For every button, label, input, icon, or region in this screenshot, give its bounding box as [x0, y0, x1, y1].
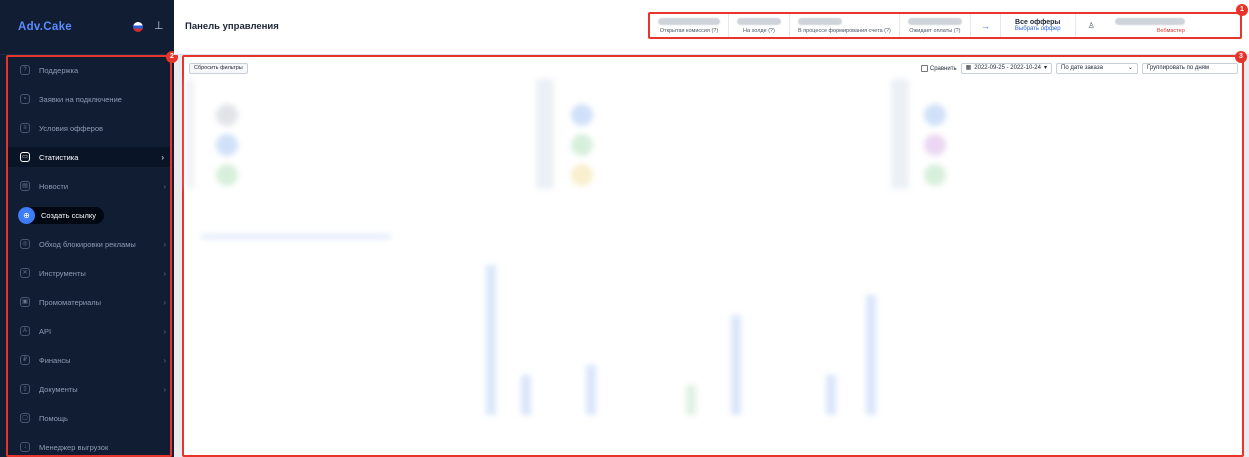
- compare-checkbox[interactable]: Сравнить: [920, 64, 957, 72]
- sidebar-item-offer-terms[interactable]: ≡ Условия офферов: [20, 118, 172, 138]
- logo[interactable]: Adv.Cake: [18, 21, 72, 33]
- users-icon: ∘: [20, 94, 30, 104]
- pin-icon[interactable]: ⊥: [154, 20, 164, 32]
- language-flag-icon[interactable]: [133, 22, 143, 32]
- coin-icon: ₽: [20, 355, 30, 365]
- main-content: Сбросить фильтры Сравнить ▦ 2022-09-25 - …: [182, 55, 1244, 457]
- chevron-down-icon: ▾: [1043, 65, 1047, 71]
- page-title: Панель управления: [185, 21, 279, 32]
- date-range-picker[interactable]: ▦ 2022-09-25 - 2022-10-24 ▾: [960, 63, 1052, 74]
- chevron-right-icon: ›: [163, 384, 166, 394]
- sidebar-item-news[interactable]: ▤ Новости ›: [20, 176, 172, 196]
- annotation-badge-1: 1: [1236, 4, 1248, 16]
- stat-on-hold[interactable]: На холде (?): [729, 14, 790, 37]
- grouping-select[interactable]: Группировать по дням: [1142, 63, 1238, 74]
- logo-bar: Adv.Cake: [0, 0, 174, 55]
- chevron-right-icon: ›: [163, 239, 166, 249]
- blurred-value: [737, 17, 781, 25]
- sidebar: Adv.Cake ⊥ ? Поддержка ∘ Заявки на подключ…: [0, 0, 178, 457]
- stat-invoice-processing[interactable]: В процессе формирования счета (?): [790, 14, 900, 37]
- tools-icon: ✕: [20, 268, 30, 278]
- sidebar-item-api[interactable]: A API ›: [20, 321, 172, 341]
- sidebar-item-help[interactable]: ▢ Помощь: [20, 408, 172, 428]
- annotation-badge-3: 3: [1235, 51, 1247, 63]
- sidebar-item-adblock[interactable]: ◎ Обход блокировки рекламы ›: [20, 234, 172, 254]
- offer-selector[interactable]: Все офферы Выбрать оффер: [1001, 14, 1076, 37]
- chevron-right-icon: ›: [161, 152, 164, 162]
- reset-filters-button[interactable]: Сбросить фильтры: [189, 63, 248, 74]
- balance-summary: Открытая комиссия (?) На холде (?) В про…: [648, 12, 1242, 39]
- checkbox-icon: [920, 64, 928, 72]
- gift-icon: ▣: [20, 297, 30, 307]
- file-icon: ▯: [20, 384, 30, 394]
- chevron-down-icon: ⌄: [1127, 65, 1133, 71]
- date-type-select[interactable]: По дате заказа ⌄: [1056, 63, 1138, 74]
- create-link-button[interactable]: ⊕ Создать ссылку: [18, 207, 104, 224]
- download-icon: ↓: [20, 442, 30, 452]
- chevron-right-icon: ›: [163, 297, 166, 307]
- shield-icon: ◎: [20, 239, 30, 249]
- help-icon: ?: [20, 65, 30, 75]
- chart-icon: ▭: [20, 152, 30, 162]
- blurred-value: [798, 17, 842, 25]
- stat-awaiting-payment[interactable]: Ожидает оплаты (?): [900, 14, 971, 37]
- blurred-value: [907, 17, 962, 25]
- calendar-icon: ▦: [965, 65, 972, 71]
- sidebar-menu: ? Поддержка ∘ Заявки на подключение ≡ Услов…: [6, 55, 172, 457]
- sidebar-item-statistics[interactable]: ▭ Статистика ›: [8, 147, 170, 167]
- sidebar-item-requests[interactable]: ∘ Заявки на подключение: [20, 89, 172, 109]
- blurred-dashboard: [186, 79, 1240, 455]
- chevron-right-icon: ›: [163, 268, 166, 278]
- sidebar-item-finance[interactable]: ₽ Финансы ›: [20, 350, 172, 370]
- user-account[interactable]: Вебмастер: [1107, 14, 1191, 37]
- sidebar-item-tools[interactable]: ✕ Инструменты ›: [20, 263, 172, 283]
- document-icon: ≡: [20, 123, 30, 133]
- sidebar-item-promo[interactable]: ▣ Промоматериалы ›: [20, 292, 172, 312]
- blurred-value: [658, 17, 720, 25]
- chevron-right-icon: ›: [163, 181, 166, 191]
- sidebar-item-support[interactable]: ? Поддержка: [20, 60, 172, 80]
- blurred-value: [1114, 17, 1185, 25]
- arrow-right-icon[interactable]: →: [971, 14, 1001, 37]
- api-icon: A: [20, 326, 30, 336]
- sidebar-item-export-manager[interactable]: ↓ Менеджер выгрузок: [20, 437, 172, 457]
- chevron-right-icon: ›: [163, 355, 166, 365]
- filter-bar: Сравнить ▦ 2022-09-25 - 2022-10-24 ▾ По да…: [920, 63, 1238, 74]
- link-icon: ⊕: [18, 207, 35, 224]
- chat-icon: ▢: [20, 413, 30, 423]
- stat-open-commission[interactable]: Открытая комиссия (?): [650, 14, 729, 37]
- top-bar: Панель управления Открытая комиссия (?) …: [174, 0, 1249, 55]
- sidebar-item-documents[interactable]: ▯ Документы ›: [20, 379, 172, 399]
- chevron-right-icon: ›: [163, 326, 166, 336]
- user-icon[interactable]: ♙: [1076, 14, 1107, 37]
- news-icon: ▤: [20, 181, 30, 191]
